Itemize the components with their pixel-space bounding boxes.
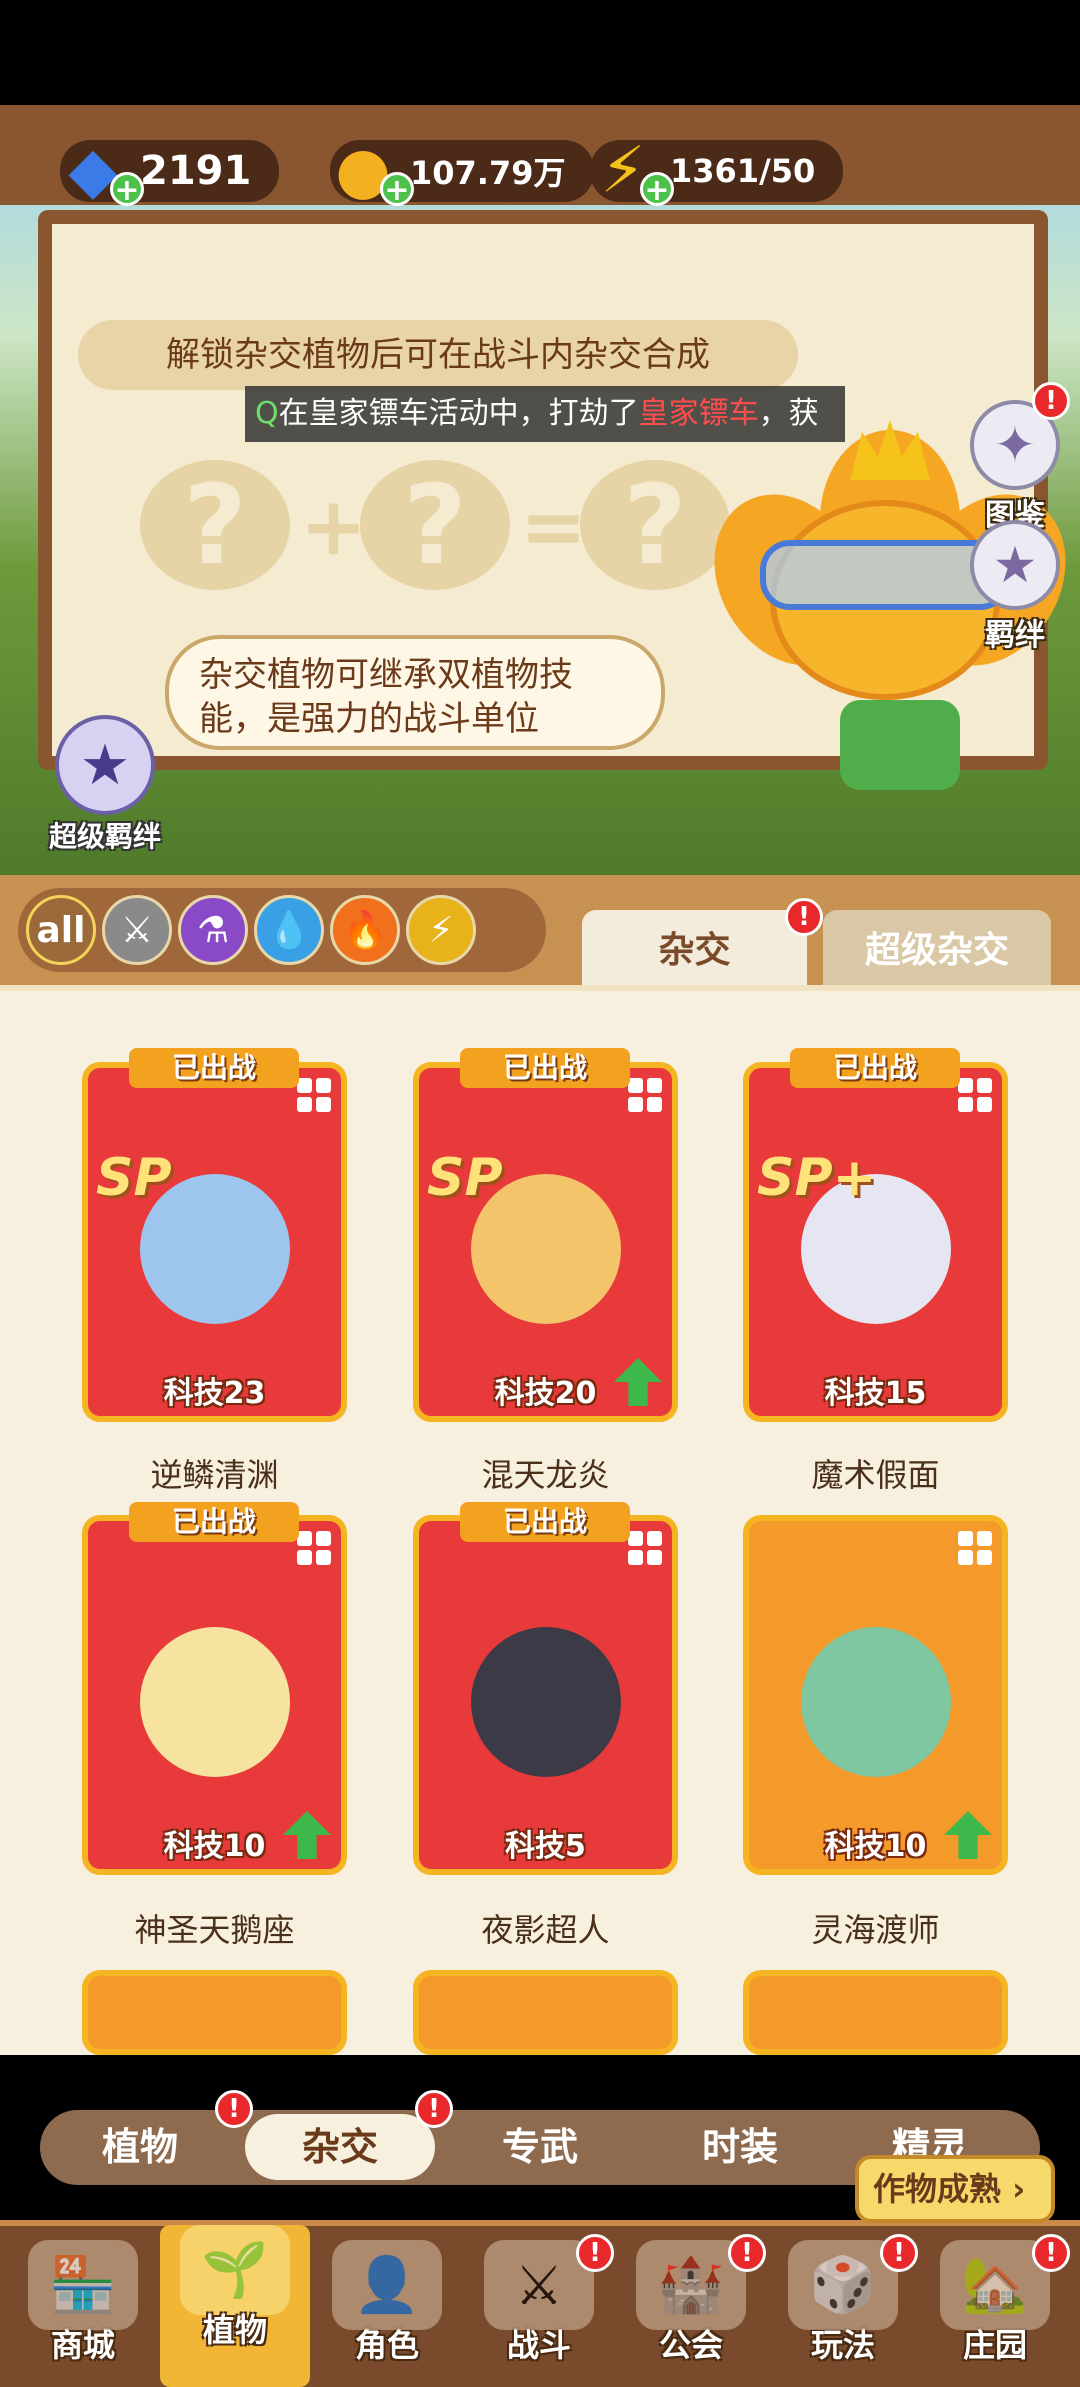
nav-manor[interactable]: 🏡 庄园! [920, 2234, 1070, 2380]
tech-level: 科技23 [163, 1376, 266, 1411]
nav-gameplay[interactable]: 🎲 玩法! [768, 2234, 918, 2380]
plant-name: 魔术假面 [811, 1456, 940, 1494]
question-mark-icon: ? [580, 460, 730, 590]
plant-card[interactable]: SP 科技20 [413, 1062, 678, 1422]
notification-dot: ! [1032, 382, 1070, 420]
deployed-badge: 已出战 [460, 1048, 630, 1088]
energy-counter[interactable]: ⚡ + 1361/50 [590, 134, 844, 208]
sp-badge: SP [96, 1148, 172, 1208]
plant-card[interactable]: 科技10 [82, 1515, 347, 1875]
subtab-plants[interactable]: 植物 [60, 2110, 220, 2185]
super-bond-icon: ★ [55, 715, 155, 815]
tech-level: 科技5 [505, 1829, 586, 1864]
energy-value: 1361/50 [670, 152, 816, 190]
coins-counter[interactable]: ● + 107.79万 [330, 134, 594, 208]
character-icon: 👤 [332, 2240, 442, 2330]
super-bond-button[interactable]: ★ 超级羁绊 [30, 715, 180, 855]
bond-icon: ★ [970, 520, 1060, 610]
nav-character[interactable]: 👤 角色 [312, 2240, 462, 2380]
plant-portrait [800, 1626, 951, 1777]
add-gems-button[interactable]: + [110, 172, 144, 207]
grid-icon [626, 1076, 664, 1114]
notification-dot: ! [415, 2090, 453, 2128]
ticker-highlight: 皇家镖车 [638, 396, 759, 431]
plant-card-partial[interactable] [743, 1970, 1008, 2055]
notification-dot: ! [1032, 2234, 1070, 2272]
grid-icon [295, 1076, 333, 1114]
tech-level: 科技15 [824, 1376, 927, 1411]
question-mark-icon: ? [360, 460, 510, 590]
bond-button[interactable]: ★ 羁绊 [960, 520, 1070, 654]
gems-value: 2191 [140, 148, 252, 194]
notification-dot: ! [215, 2090, 253, 2128]
add-coins-button[interactable]: + [380, 172, 414, 207]
nav-battle[interactable]: ⚔ 战斗! [464, 2234, 614, 2380]
bond-label: 羁绊 [985, 618, 1045, 653]
plant-card[interactable]: SP+ 科技15 [743, 1062, 1008, 1422]
plant-card[interactable]: SP 科技23 [82, 1062, 347, 1422]
plant-icon: 🌱 [180, 2225, 290, 2315]
plant-card-partial[interactable] [82, 1970, 347, 2055]
water-icon[interactable]: 💧 [254, 895, 324, 965]
super-bond-label: 超级羁绊 [48, 820, 161, 853]
plant-name: 夜影超人 [481, 1911, 610, 1949]
notification-dot: ! [880, 2234, 918, 2272]
grid-icon [956, 1076, 994, 1114]
subtab-exclusive-weapon[interactable]: 专武 [460, 2110, 620, 2185]
subtab-hybrid[interactable]: 杂交 [260, 2110, 420, 2185]
status-bar-area [0, 0, 1080, 105]
harvest-ready-button[interactable]: 作物成熟 › [855, 2155, 1055, 2223]
add-energy-button[interactable]: + [640, 172, 674, 207]
grid-icon [626, 1529, 664, 1567]
sp-badge: SP+ [757, 1148, 877, 1208]
nav-guild[interactable]: 🏰 公会! [616, 2234, 766, 2380]
plant-card-partial[interactable] [413, 1970, 678, 2055]
notification-dot: ! [576, 2234, 614, 2272]
potion-icon[interactable]: ⚗ [178, 895, 248, 965]
fire-icon[interactable]: 🔥 [330, 895, 400, 965]
lightning-icon[interactable]: ⚡ [406, 895, 476, 965]
sword-icon[interactable]: ⚔ [102, 895, 172, 965]
ticker-text: 在皇家镖车活动中，打劫了 [278, 396, 639, 431]
deployed-badge: 已出战 [129, 1502, 299, 1542]
filter-all[interactable]: all [26, 895, 96, 965]
grid-icon [295, 1529, 333, 1567]
nav-shop[interactable]: 🏪 商城 [8, 2240, 158, 2380]
plant-portrait [139, 1626, 290, 1777]
notification-dot: ! [728, 2234, 766, 2272]
harvest-label: 作物成熟 [873, 2170, 1002, 2208]
deployed-badge: 已出战 [129, 1048, 299, 1088]
speech-bubble: 杂交植物可继承双植物技能，是强力的战斗单位 [165, 635, 665, 750]
coins-value: 107.79万 [410, 154, 566, 192]
codex-button[interactable]: ✦ 图鉴 ! [960, 382, 1070, 534]
question-mark-icon: ? [140, 460, 290, 590]
nav-plants[interactable]: 🌱 植物 [160, 2225, 310, 2387]
notification-dot: ! [785, 898, 823, 936]
gems-counter[interactable]: ◆ + 2191 [60, 134, 280, 208]
plant-card[interactable]: 科技5 [413, 1515, 678, 1875]
plant-name: 灵海渡师 [811, 1911, 940, 1949]
filter-all-label: all [36, 909, 86, 951]
plant-card[interactable]: 科技10 [743, 1515, 1008, 1875]
plant-portrait [470, 1626, 621, 1777]
ticker-tail: ，获 [758, 396, 819, 431]
subtab-fashion[interactable]: 时装 [660, 2110, 820, 2185]
sp-badge: SP [427, 1148, 503, 1208]
plant-name: 逆鳞清渊 [150, 1456, 279, 1494]
equals-icon: = [520, 480, 588, 573]
tab-super-hybrid[interactable]: 超级杂交 [823, 910, 1051, 992]
plant-name: 神圣天鹅座 [134, 1911, 295, 1949]
plant-name: 混天龙炎 [481, 1456, 610, 1494]
element-filter-group: all ⚔ ⚗ 💧 🔥 ⚡ [18, 888, 546, 972]
grid-icon [956, 1529, 994, 1567]
deployed-badge: 已出战 [460, 1502, 630, 1542]
unlock-tip: 解锁杂交植物后可在战斗内杂交合成 [78, 320, 798, 390]
shop-icon: 🏪 [28, 2240, 138, 2330]
deployed-badge: 已出战 [790, 1048, 960, 1088]
ticker-prefix: Q [255, 396, 279, 431]
nav-label: 植物 [202, 2311, 267, 2349]
plus-icon: + [300, 480, 368, 573]
tab-hybrid[interactable]: 杂交 [582, 910, 807, 992]
